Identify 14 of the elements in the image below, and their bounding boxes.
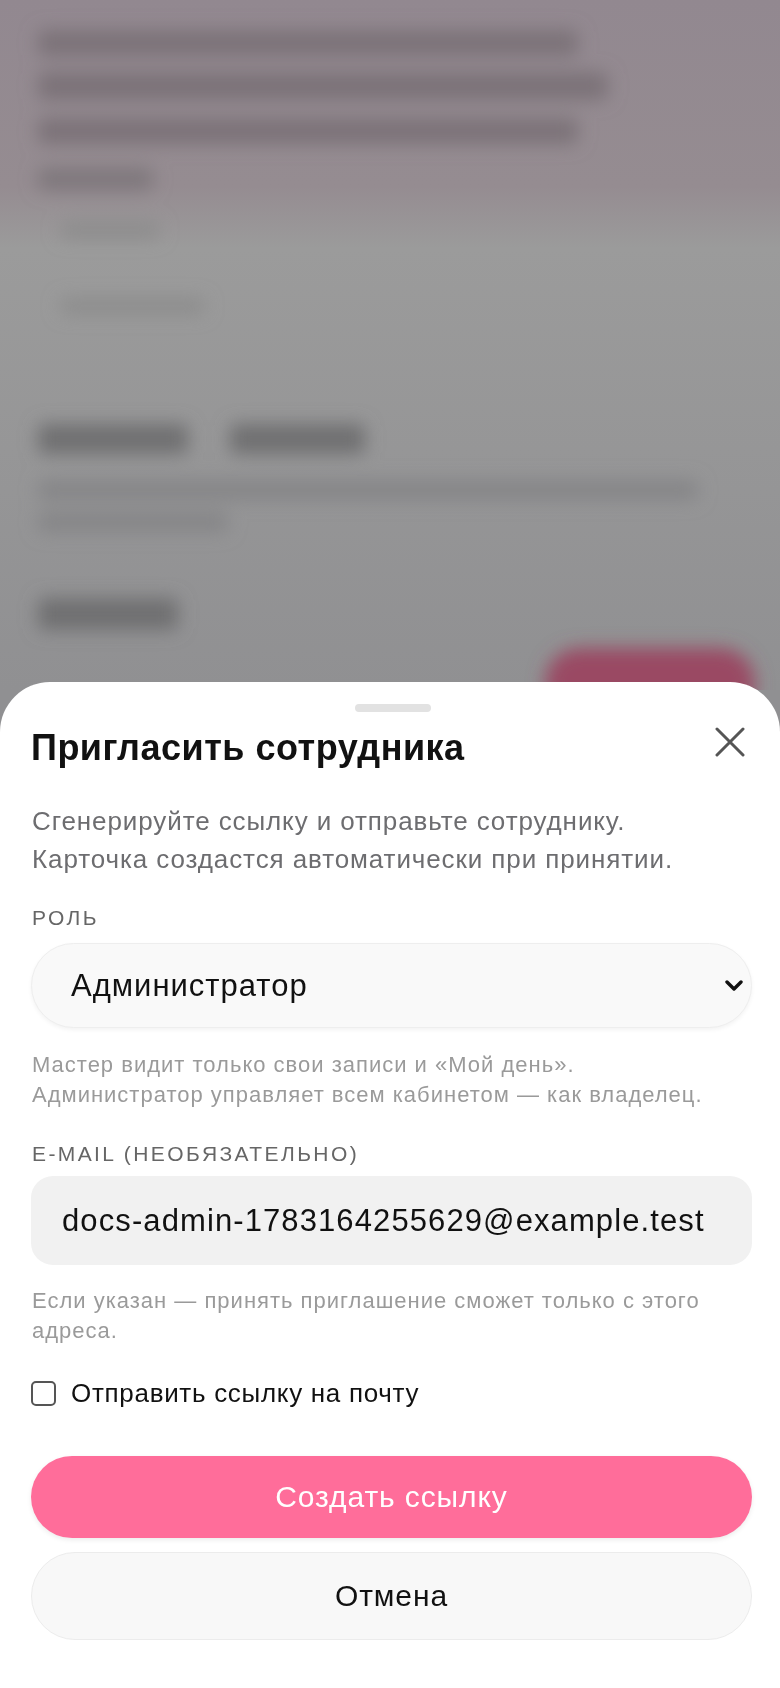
- email-hint: Если указан — принять приглашение сможет только с этого адреса.: [32, 1287, 701, 1345]
- send-email-label[interactable]: Отправить ссылку на почту: [71, 1378, 420, 1408]
- email-input[interactable]: docs-admin-1783164255629@example.test: [31, 1176, 752, 1265]
- drag-handle[interactable]: [355, 704, 431, 712]
- role-select[interactable]: Администратор: [31, 943, 752, 1028]
- sheet-description: Сгенерируйте ссылку и отправьте сотруднику. Карточка создастся автоматически при принятии.: [32, 805, 674, 876]
- role-label: РОЛЬ: [32, 906, 99, 930]
- email-label: E-MAIL (НЕОБЯЗАТЕЛЬНО): [32, 1142, 360, 1166]
- sheet-title: Пригласить сотрудника: [31, 727, 465, 769]
- checkbox[interactable]: [31, 1380, 56, 1406]
- chevron-down-icon: [725, 979, 743, 992]
- role-hint: Мастер видит только свои записи и «Мой день». Администратор управляет всем кабинетом — как владелец.: [32, 1051, 704, 1109]
- close-icon[interactable]: [715, 727, 745, 757]
- cancel-button[interactable]: Отмена: [31, 1552, 752, 1640]
